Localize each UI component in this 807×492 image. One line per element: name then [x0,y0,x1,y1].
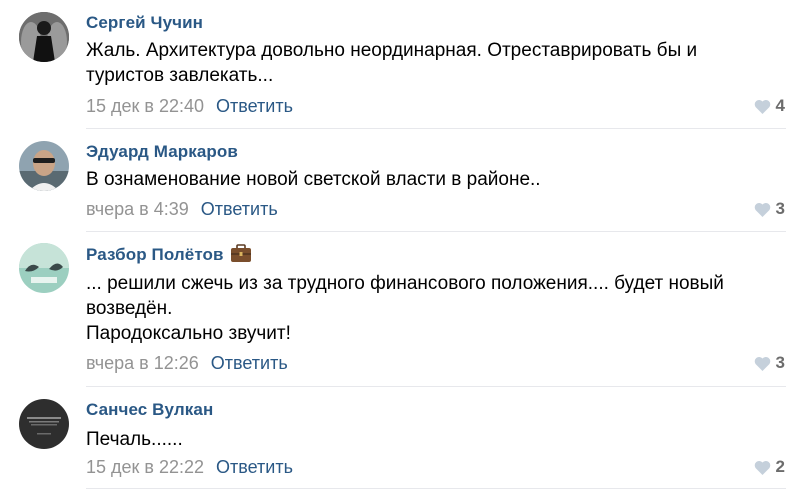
avatar[interactable] [19,141,69,191]
heart-icon [754,99,770,114]
comment-text: ... решили сжечь из за трудного финансов… [86,271,786,346]
like-button[interactable]: 3 [754,353,785,373]
comment-date[interactable]: вчера в 4:39 [86,199,189,219]
comment-text-line: Печаль...... [86,429,183,450]
comment-text-line: Пародоксально звучит! [86,323,291,344]
reply-button[interactable]: Ответить [201,199,278,219]
comment-text-line: возведён. [86,298,173,319]
like-count: 4 [775,96,785,115]
author-name: Разбор Полётов [86,245,224,264]
reply-button[interactable]: Ответить [216,457,293,477]
avatar-birds-teal-image [19,243,69,293]
like-count: 2 [775,457,785,476]
comment-meta: вчера в 12:26 Ответить [86,353,288,374]
comment-meta: 15 дек в 22:22 Ответить [86,457,293,478]
comment-text: Жаль. Архитектура довольно неординарная.… [86,38,786,88]
avatar-dark-figure-image [19,12,69,62]
comment-author[interactable]: Санчес Вулкан [86,400,213,420]
comment-meta: 15 дек в 22:40 Ответить [86,96,293,117]
comment-meta: вчера в 4:39 Ответить [86,199,278,220]
reply-button[interactable]: Ответить [216,96,293,116]
divider [86,128,786,129]
avatar[interactable] [19,243,69,293]
like-button[interactable]: 2 [754,457,785,477]
like-button[interactable]: 4 [754,96,785,116]
avatar-dark-quote-image [19,399,69,449]
reply-button[interactable]: Ответить [211,353,288,373]
comment-text-line: Жаль. Архитектура довольно неординарная.… [86,40,698,61]
avatar-man-sunglasses-image [19,141,69,191]
divider [86,231,786,232]
comment-text-line: ... решили сжечь из за трудного финансов… [86,273,724,294]
comment-text-line: туристов завлекать... [86,65,274,86]
briefcase-icon [230,244,251,262]
heart-icon [754,356,770,371]
comment-author[interactable]: Эдуард Маркаров [86,142,238,162]
heart-icon [754,460,770,475]
avatar[interactable] [19,12,69,62]
comment-text: Печаль...... [86,427,786,452]
avatar[interactable] [19,399,69,449]
divider [86,488,786,489]
divider [86,386,786,387]
like-count: 3 [775,353,785,372]
heart-icon [754,202,770,217]
like-count: 3 [775,199,785,218]
comment-author[interactable]: Разбор Полётов [86,244,252,265]
comment-date[interactable]: вчера в 12:26 [86,353,199,373]
comment-author[interactable]: Сергей Чучин [86,13,203,33]
like-button[interactable]: 3 [754,199,785,219]
comment-date[interactable]: 15 дек в 22:40 [86,96,204,116]
comment-date[interactable]: 15 дек в 22:22 [86,457,204,477]
comment-text-line: В ознаменование новой светской власти в … [86,169,541,190]
comment-text: В ознаменование новой светской власти в … [86,167,786,192]
